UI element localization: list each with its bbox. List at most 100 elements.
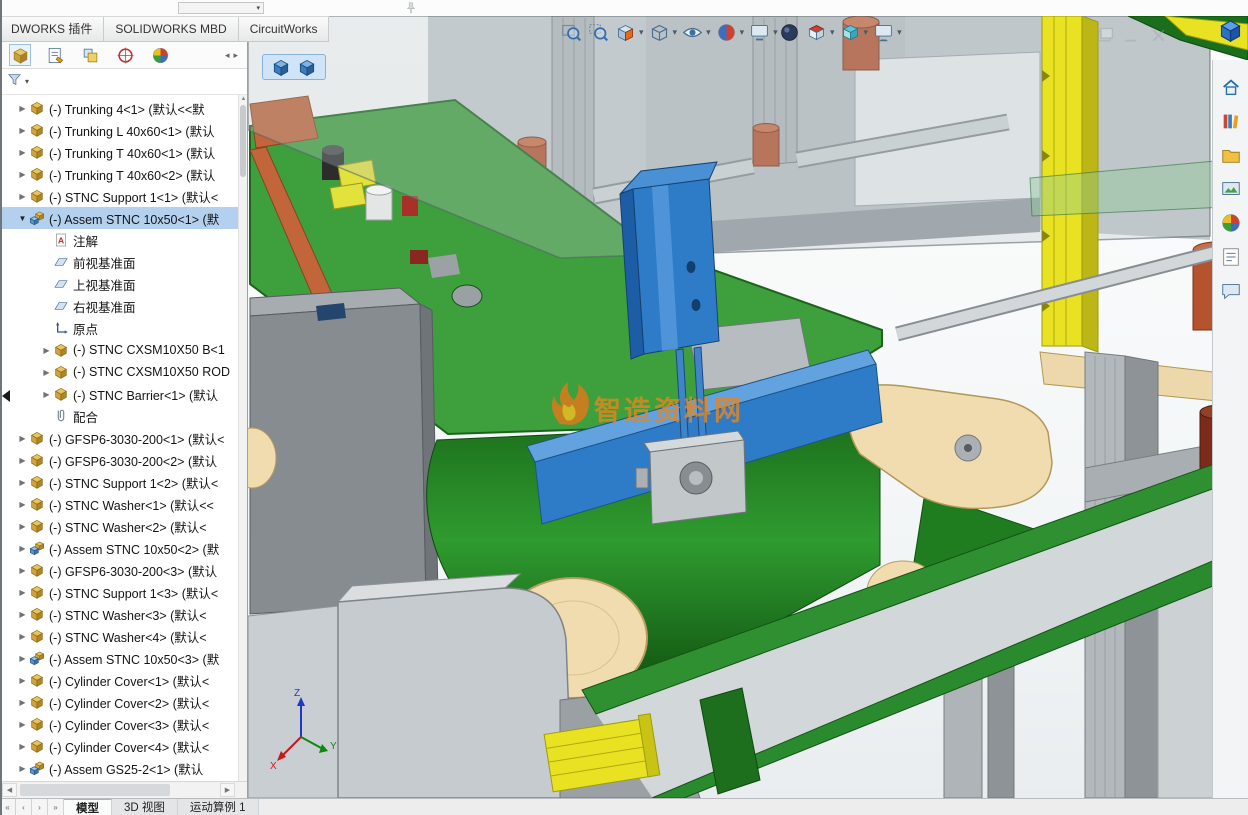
solidworks-cube-icon[interactable] [1217, 17, 1244, 44]
tab-scroll-prev-icon[interactable]: ‹ [16, 799, 32, 815]
scroll-up-icon[interactable]: ▲ [239, 96, 247, 102]
tree-item[interactable]: 右视基准面 [0, 295, 247, 317]
tree-item[interactable]: ▶ (-) STNC Support 1<2> (默认< [0, 471, 247, 493]
status-tab-2[interactable]: 3D 视图 [112, 799, 178, 815]
scroll-left-icon[interactable]: ◀ [2, 783, 17, 797]
fullscreen-icon[interactable] [872, 21, 895, 44]
tree-item[interactable]: ▶ (-) Cylinder Cover<4> (默认< [0, 735, 247, 757]
tree-item[interactable]: ▶ (-) Assem GS25-2<1> (默认 [0, 757, 247, 779]
expand-arrow-icon[interactable]: ▶ [16, 104, 29, 113]
tab-scroll-last-icon[interactable]: » [48, 799, 64, 815]
tree-item[interactable]: ▶ (-) STNC Washer<4> (默认< [0, 625, 247, 647]
filter-dropdown-icon[interactable]: ▾ [25, 77, 29, 86]
forum-icon[interactable] [1218, 278, 1243, 303]
tree-item[interactable]: ▶ (-) Trunking L 40x60<1> (默认 [0, 119, 247, 141]
tree-item[interactable]: A 注解 [0, 229, 247, 251]
expand-arrow-icon[interactable]: ▶ [40, 390, 53, 399]
apply-scene-icon[interactable] [778, 21, 801, 44]
dropdown-arrow-icon[interactable]: ▾ [864, 27, 869, 38]
close-window-icon[interactable] [1147, 24, 1170, 47]
section-view-icon[interactable] [614, 21, 637, 44]
home-icon[interactable] [1218, 74, 1243, 99]
tree-item[interactable]: ▶ (-) GFSP6-3030-200<3> (默认 [0, 559, 247, 581]
dropdown-arrow-icon[interactable]: ▾ [740, 27, 745, 38]
assembly-doc-1-icon[interactable] [271, 57, 291, 77]
tree-item[interactable]: 配合 [0, 405, 247, 427]
tree-item[interactable]: ▶ (-) STNC Washer<3> (默认< [0, 603, 247, 625]
chevron-right-icon[interactable]: ▸ [233, 50, 238, 61]
tree-item[interactable]: ▶ (-) STNC Support 1<1> (默认< [0, 185, 247, 207]
design-library-icon[interactable] [1218, 108, 1243, 133]
tree-item[interactable]: 前视基准面 [0, 251, 247, 273]
status-tab-3[interactable]: 运动算例 1 [177, 799, 259, 815]
panel-tab-scroll[interactable]: ◂ ▸ [225, 50, 238, 61]
expand-arrow-icon[interactable]: ▶ [16, 566, 29, 575]
tree-item[interactable]: ▶ (-) GFSP6-3030-200<1> (默认< [0, 427, 247, 449]
expand-arrow-icon[interactable]: ▶ [16, 126, 29, 135]
standard-views-icon[interactable] [839, 21, 862, 44]
expand-arrow-icon[interactable]: ▶ [16, 478, 29, 487]
expand-arrow-icon[interactable]: ▶ [16, 764, 29, 773]
tree-item[interactable]: ▶ (-) STNC Washer<2> (默认< [0, 515, 247, 537]
view-settings-icon[interactable] [748, 21, 771, 44]
hide-show-items-icon[interactable] [681, 21, 704, 44]
expand-arrow-icon[interactable]: ▶ [16, 192, 29, 201]
panel-tab-display-manager[interactable] [149, 44, 171, 66]
expand-arrow-icon[interactable]: ▶ [16, 544, 29, 553]
tree-vertical-scrollbar[interactable]: ▲ [238, 95, 247, 781]
tree-item[interactable]: ▼ (-) Assem STNC 10x50<1> (默 [0, 207, 247, 229]
assembly-doc-2-icon[interactable] [297, 57, 317, 77]
status-tab-1[interactable]: 模型 [64, 799, 112, 815]
file-explorer-icon[interactable] [1218, 142, 1243, 167]
ribbon-tab-1[interactable]: DWORKS 插件 [0, 17, 105, 41]
tree-item[interactable]: ▶ (-) Cylinder Cover<3> (默认< [0, 713, 247, 735]
quick-access-dropdown[interactable]: ▾ [178, 2, 264, 14]
dropdown-arrow-icon[interactable]: ▾ [897, 27, 902, 38]
machine-box-left[interactable] [248, 287, 439, 615]
dropdown-arrow-icon[interactable]: ▾ [830, 27, 835, 38]
expand-arrow-icon[interactable]: ▶ [16, 170, 29, 179]
zoom-area-icon[interactable] [587, 21, 610, 44]
dropdown-arrow-icon[interactable]: ▾ [639, 27, 644, 38]
expand-arrow-icon[interactable]: ▶ [16, 148, 29, 157]
tree-item[interactable]: ▶ (-) Trunking 4<1> (默认<<默 [0, 97, 247, 119]
float-window-icon[interactable] [1093, 24, 1116, 47]
tree-item[interactable]: ▶ (-) STNC Support 1<3> (默认< [0, 581, 247, 603]
panel-tab-property-manager[interactable] [44, 44, 66, 66]
chevron-left-icon[interactable]: ◂ [225, 50, 230, 61]
tree-horizontal-scrollbar[interactable]: ◀ ▶ [0, 781, 247, 798]
slider-block[interactable] [635, 430, 747, 525]
expand-arrow-icon[interactable]: ▼ [16, 214, 29, 223]
scroll-right-icon[interactable]: ▶ [220, 783, 235, 797]
expand-arrow-icon[interactable]: ▶ [16, 610, 29, 619]
display-style-icon[interactable] [648, 21, 671, 44]
tree-item[interactable]: ▶ (-) STNC Washer<1> (默认<< [0, 493, 247, 515]
tree-item[interactable]: ▶ (-) Assem STNC 10x50<2> (默 [0, 537, 247, 559]
expand-arrow-icon[interactable]: ▶ [16, 720, 29, 729]
expand-arrow-icon[interactable]: ▶ [16, 632, 29, 641]
expand-arrow-icon[interactable]: ▶ [16, 500, 29, 509]
tree-item[interactable]: ▶ (-) Trunking T 40x60<2> (默认 [0, 163, 247, 185]
tree-item[interactable]: 上视基准面 [0, 273, 247, 295]
tree-item[interactable]: ▶ (-) Cylinder Cover<2> (默认< [0, 691, 247, 713]
appearances-scenes-icon[interactable] [1218, 210, 1243, 235]
tab-scroll-next-icon[interactable]: › [32, 799, 48, 815]
ribbon-tab-2[interactable]: SOLIDWORKS MBD [104, 17, 239, 41]
expand-arrow-icon[interactable]: ▶ [16, 588, 29, 597]
panel-collapse-icon[interactable] [2, 390, 10, 402]
tree-item[interactable]: ▶ (-) Cylinder Cover<1> (默认< [0, 669, 247, 691]
panel-tab-dimxpert[interactable] [114, 44, 136, 66]
minimize-window-icon[interactable] [1120, 24, 1143, 47]
dropdown-arrow-icon[interactable]: ▾ [673, 27, 678, 38]
tree-item[interactable]: 原点 [0, 317, 247, 339]
tree-item[interactable]: ▶ (-) STNC CXSM10X50 ROD [0, 361, 247, 383]
expand-arrow-icon[interactable]: ▶ [16, 654, 29, 663]
pin-icon[interactable] [404, 1, 418, 15]
panel-tab-configuration-manager[interactable] [79, 44, 101, 66]
zoom-fit-icon[interactable] [560, 21, 583, 44]
dropdown-arrow-icon[interactable]: ▾ [773, 27, 778, 38]
ribbon-tab-3[interactable]: CircuitWorks [238, 17, 330, 41]
view-orientation-icon[interactable] [805, 21, 828, 44]
tab-scroll-first-icon[interactable]: « [0, 799, 16, 815]
dropdown-arrow-icon[interactable]: ▾ [706, 27, 711, 38]
